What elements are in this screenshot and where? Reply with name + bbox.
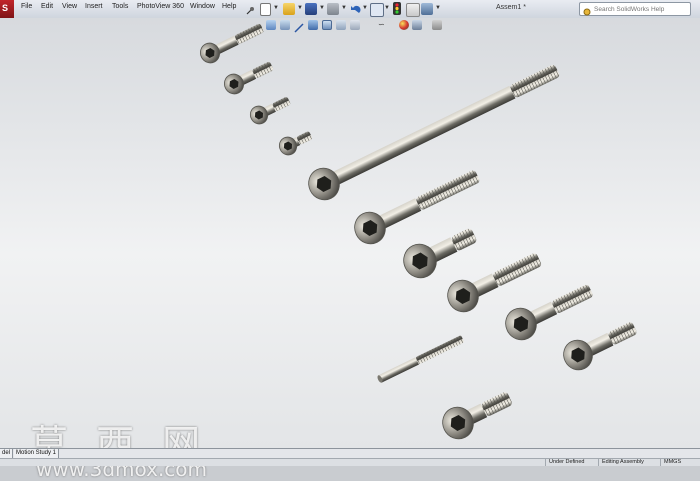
print-dropdown-icon[interactable]: ▼: [341, 5, 347, 11]
display-pane-icon[interactable]: [432, 20, 442, 30]
section-view-icon[interactable]: [308, 20, 318, 30]
bolt-medium-5[interactable]: [559, 314, 642, 375]
threaded-rod[interactable]: [376, 335, 464, 383]
view-orientation-icon[interactable]: [322, 20, 332, 30]
search-input[interactable]: [594, 3, 686, 15]
bolt-thread: [552, 284, 593, 313]
bolt-medium-4[interactable]: [500, 276, 597, 345]
new-dropdown-icon[interactable]: ▼: [273, 5, 279, 11]
menu-photoview[interactable]: PhotoView 360: [137, 3, 184, 10]
graphics-viewport[interactable]: 莫 西 网 www.3dmox.com: [0, 18, 700, 481]
new-document-icon[interactable]: [260, 3, 271, 16]
bolt-thread: [510, 65, 560, 98]
tab-model[interactable]: del: [0, 449, 14, 458]
bolt-small-4[interactable]: [276, 127, 314, 158]
hide-show-items-icon[interactable]: [350, 20, 360, 30]
solidworks-logo[interactable]: S: [0, 0, 14, 18]
bolt-small-1[interactable]: [197, 19, 266, 67]
bolt-thread: [493, 253, 542, 286]
rebuild-traffic-light-icon[interactable]: [393, 2, 401, 15]
file-properties-icon[interactable]: [406, 3, 420, 17]
bolt-group: [197, 19, 642, 444]
bolt-thread: [252, 61, 274, 78]
save-icon[interactable]: [305, 3, 317, 15]
menu-insert[interactable]: Insert: [85, 3, 103, 10]
open-dropdown-icon[interactable]: ▼: [297, 5, 303, 11]
menu-window[interactable]: Window: [190, 3, 215, 10]
bolt-thread: [608, 322, 637, 345]
bolt-shank: [329, 85, 516, 187]
menu-file[interactable]: File: [21, 3, 32, 10]
menu-help[interactable]: Help: [222, 3, 236, 10]
bolt-thread: [235, 23, 264, 44]
bolt-thread: [481, 392, 512, 416]
bottom-tab-bar: del Motion Study 1: [0, 448, 700, 458]
edit-appearance-icon[interactable]: ∽: [378, 20, 388, 30]
search-help-box[interactable]: [579, 2, 691, 16]
bolt-small-3[interactable]: [247, 92, 293, 127]
bolt-long[interactable]: [303, 56, 564, 205]
select-dropdown-icon[interactable]: ▼: [384, 5, 390, 11]
menu-edit[interactable]: Edit: [41, 3, 53, 10]
bolt-medium-2[interactable]: [398, 219, 482, 283]
zoom-to-fit-icon[interactable]: [266, 20, 276, 30]
assembly-canvas: [197, 19, 642, 444]
open-folder-icon[interactable]: [283, 3, 295, 15]
menu-tools[interactable]: Tools: [112, 3, 128, 10]
options-dropdown-icon[interactable]: ▼: [435, 5, 441, 11]
bolt-bottom[interactable]: [437, 383, 516, 444]
bolt-thread: [272, 97, 291, 112]
heads-up-view-toolbar: ∽: [266, 20, 454, 33]
pin-icon[interactable]: [245, 3, 255, 15]
zoom-area-icon[interactable]: [280, 20, 290, 30]
bolt-shank: [378, 357, 419, 383]
print-icon[interactable]: [327, 3, 339, 15]
apply-scene-icon[interactable]: [399, 20, 409, 30]
undo-dropdown-icon[interactable]: ▼: [362, 5, 368, 11]
view-settings-icon[interactable]: [412, 20, 422, 30]
options-icon[interactable]: [421, 3, 433, 15]
bolt-thread: [416, 335, 464, 364]
bolt-small-2[interactable]: [221, 57, 276, 98]
display-style-icon[interactable]: [336, 20, 346, 30]
save-dropdown-icon[interactable]: ▼: [319, 5, 325, 11]
bolt-thread: [416, 170, 480, 210]
tab-motion-study[interactable]: Motion Study 1: [14, 449, 60, 458]
select-icon[interactable]: [370, 3, 384, 17]
undo-icon[interactable]: [349, 3, 361, 15]
bolt-medium-3[interactable]: [442, 245, 546, 318]
menu-view[interactable]: View: [62, 3, 77, 10]
menu-bar: S File Edit View Insert Tools PhotoView …: [0, 0, 700, 19]
document-title: Assem1 *: [496, 4, 526, 11]
previous-view-icon[interactable]: [294, 20, 304, 33]
